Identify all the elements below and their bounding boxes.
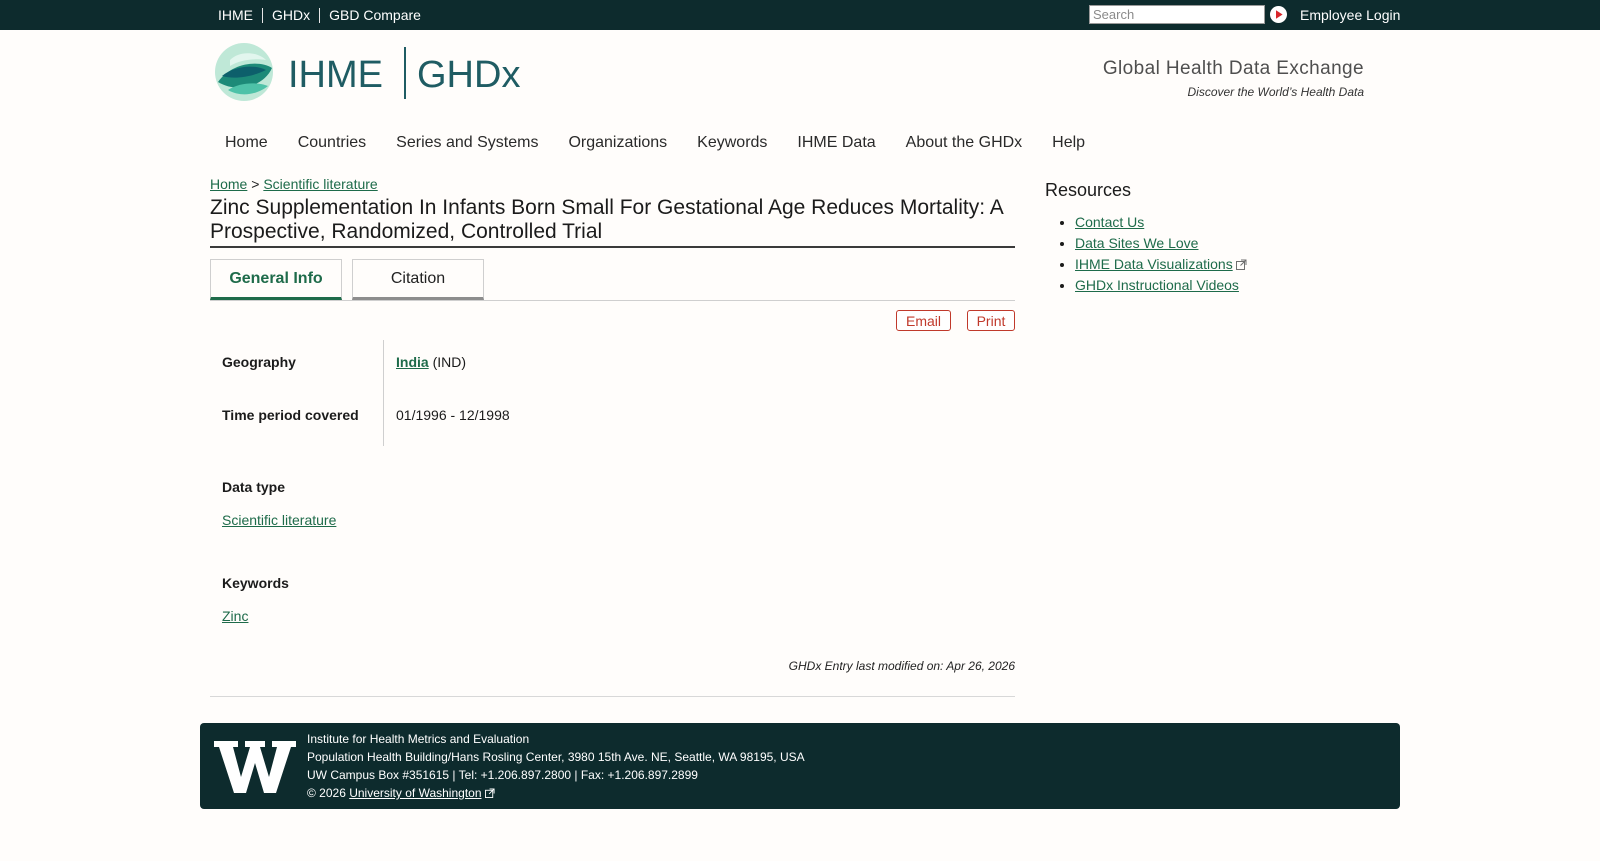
geography-label: Geography bbox=[222, 354, 296, 370]
uw-w-logo-icon bbox=[214, 741, 296, 793]
top-links: IHME GHDx GBD Compare bbox=[210, 0, 430, 30]
resource-link-data-sites[interactable]: Data Sites We Love bbox=[1075, 235, 1198, 251]
footer: Institute for Health Metrics and Evaluat… bbox=[200, 723, 1400, 809]
time-period-label: Time period covered bbox=[222, 407, 359, 423]
search-input[interactable] bbox=[1089, 5, 1265, 24]
footer-contact: Institute for Health Metrics and Evaluat… bbox=[307, 730, 805, 802]
footer-phone-fax: UW Campus Box #351615 | Tel: +1.206.897.… bbox=[307, 768, 698, 782]
footer-copyright: © 2026 bbox=[307, 786, 346, 800]
breadcrumb-home[interactable]: Home bbox=[210, 176, 247, 192]
logo-ihme-text: IHME bbox=[288, 54, 383, 96]
external-link-icon bbox=[1235, 259, 1247, 270]
resource-link-instructional-videos[interactable]: GHDx Instructional Videos bbox=[1075, 277, 1239, 293]
nav-item-ihme-data[interactable]: IHME Data bbox=[782, 130, 890, 156]
geography-link[interactable]: India bbox=[396, 354, 429, 370]
print-button[interactable]: Print bbox=[967, 310, 1015, 331]
time-period-value: 01/1996 - 12/1998 bbox=[396, 407, 510, 423]
main-nav: Home Countries Series and Systems Organi… bbox=[210, 130, 1100, 156]
data-type-link[interactable]: Scientific literature bbox=[222, 512, 336, 528]
footer-copyright-line: © 2026 University of Washington bbox=[307, 784, 805, 802]
nav-item-about-the-ghdx[interactable]: About the GHDx bbox=[891, 130, 1038, 156]
employee-login-link[interactable]: Employee Login bbox=[1300, 7, 1400, 23]
ihme-ghdx-logo[interactable]: IHME GHDx bbox=[214, 42, 534, 111]
nav-item-home[interactable]: Home bbox=[210, 130, 283, 156]
top-link-ghdx[interactable]: GHDx bbox=[262, 7, 319, 23]
footer-address: Population Health Building/Hans Rosling … bbox=[307, 750, 805, 764]
breadcrumb-current[interactable]: Scientific literature bbox=[263, 176, 377, 192]
resources-list: Contact Us Data Sites We Love IHME Data … bbox=[1045, 212, 1247, 296]
external-link-icon bbox=[484, 788, 495, 798]
top-bar: IHME GHDx GBD Compare Employee Login bbox=[0, 0, 1600, 30]
nav-item-series-and-systems[interactable]: Series and Systems bbox=[381, 130, 553, 156]
logo-ghdx-text: GHDx bbox=[417, 54, 520, 96]
breadcrumb: Home > Scientific literature bbox=[210, 176, 378, 192]
keywords-label: Keywords bbox=[222, 575, 289, 591]
list-item: GHDx Instructional Videos bbox=[1075, 275, 1247, 296]
tagline-title: Global Health Data Exchange bbox=[1102, 58, 1364, 79]
details-divider bbox=[383, 340, 384, 446]
resources-title: Resources bbox=[1045, 180, 1132, 200]
resource-link-ihme-data-viz[interactable]: IHME Data Visualizations bbox=[1075, 256, 1233, 272]
content-divider bbox=[210, 696, 1015, 697]
footer-institute-name: Institute for Health Metrics and Evaluat… bbox=[307, 732, 530, 746]
breadcrumb-separator: > bbox=[251, 176, 260, 192]
resource-link-contact-us[interactable]: Contact Us bbox=[1075, 214, 1144, 230]
list-item: IHME Data Visualizations bbox=[1075, 254, 1247, 275]
geography-value: India (IND) bbox=[396, 354, 466, 370]
search-submit-button[interactable] bbox=[1270, 6, 1287, 23]
nav-item-help[interactable]: Help bbox=[1037, 130, 1100, 156]
tab-general-info[interactable]: General Info bbox=[210, 259, 342, 300]
logo-divider bbox=[404, 47, 406, 99]
tagline-subtitle: Discover the World’s Health Data bbox=[1187, 85, 1364, 99]
record-details-table: Geography India (IND) Time period covere… bbox=[210, 340, 1015, 446]
site-tagline: Global Health Data Exchange Discover the… bbox=[1103, 58, 1364, 99]
play-arrow-icon bbox=[1270, 6, 1287, 23]
leaf-globe-icon bbox=[215, 43, 273, 101]
keyword-link-zinc[interactable]: Zinc bbox=[222, 608, 248, 624]
nav-item-keywords[interactable]: Keywords bbox=[682, 130, 782, 156]
data-type-label: Data type bbox=[222, 479, 286, 495]
tab-citation[interactable]: Citation bbox=[352, 259, 484, 300]
page-title: Zinc Supplementation In Infants Born Sma… bbox=[210, 196, 1015, 248]
email-button[interactable]: Email bbox=[896, 310, 951, 331]
geography-code: (IND) bbox=[432, 354, 466, 370]
nav-item-countries[interactable]: Countries bbox=[283, 130, 381, 156]
list-item: Data Sites We Love bbox=[1075, 233, 1247, 254]
last-modified-note: GHDx Entry last modified on: Apr 26, 202… bbox=[788, 659, 1015, 673]
nav-item-organizations[interactable]: Organizations bbox=[553, 130, 682, 156]
footer-uw-link[interactable]: University of Washington bbox=[349, 786, 481, 800]
record-tabs: General Info Citation bbox=[210, 259, 1015, 301]
top-link-ihme[interactable]: IHME bbox=[210, 7, 262, 23]
top-link-gbd-compare[interactable]: GBD Compare bbox=[319, 7, 430, 23]
list-item: Contact Us bbox=[1075, 212, 1247, 233]
